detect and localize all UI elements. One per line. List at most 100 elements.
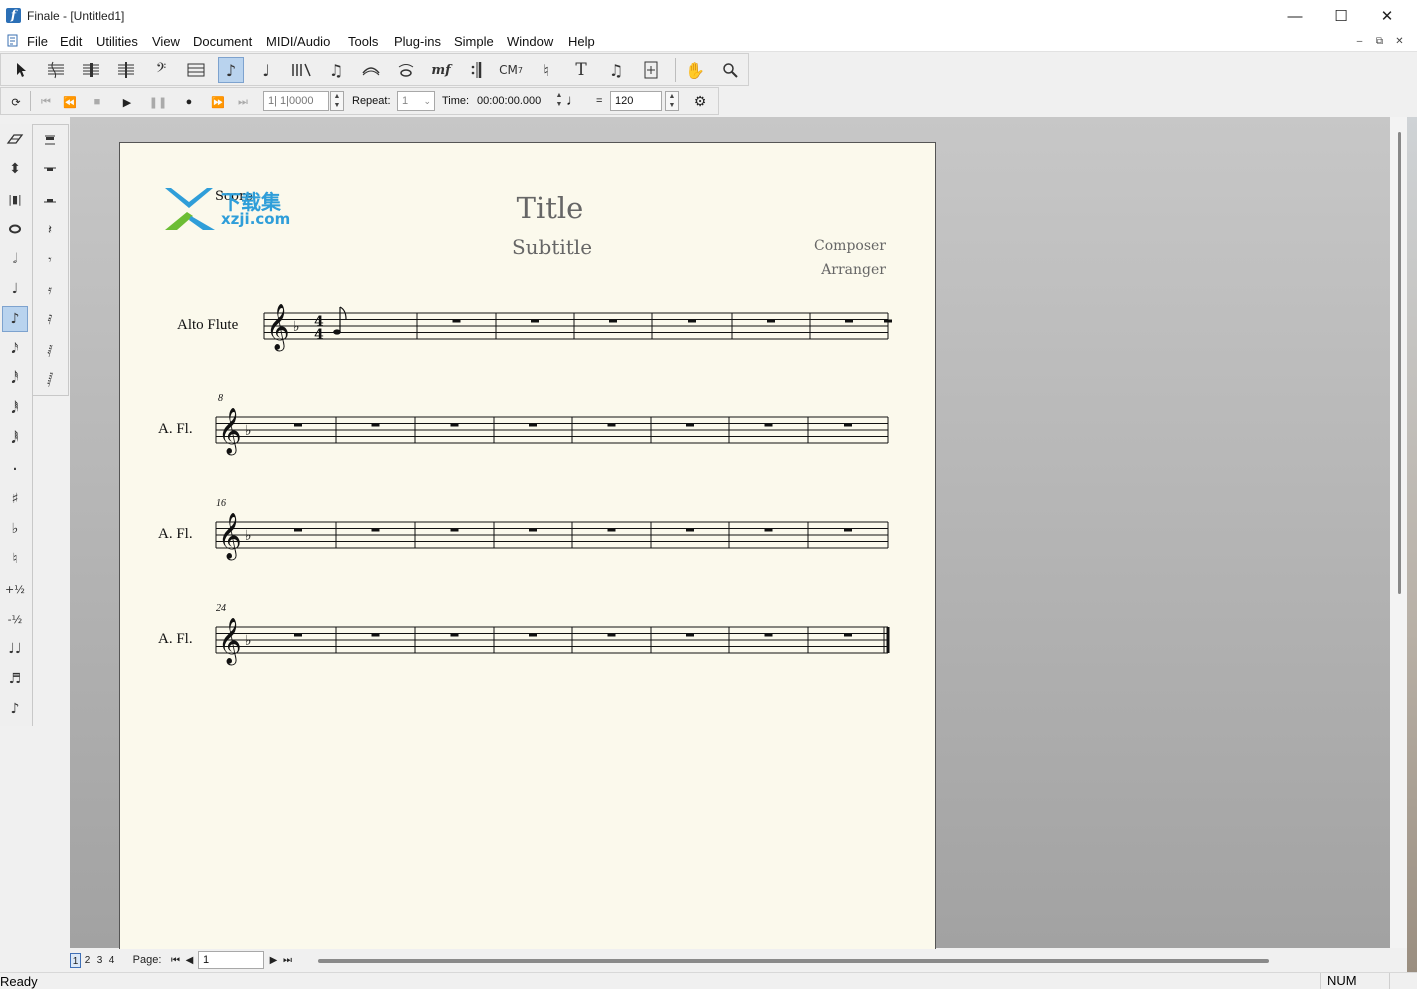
page-tab[interactable]: 4 xyxy=(106,953,117,968)
menu-help[interactable]: Help xyxy=(568,34,595,49)
measure-tool-icon[interactable]: ♫ xyxy=(603,57,629,83)
page-tab[interactable]: 1 xyxy=(70,953,81,968)
tempo-note-icon[interactable]: ♩ xyxy=(566,91,581,111)
rewind-icon[interactable]: ⏪ xyxy=(60,92,80,112)
first-page-icon[interactable]: ⏮ xyxy=(170,953,181,968)
grace-note-icon[interactable]: ♪ xyxy=(2,696,28,722)
menu-utilities[interactable]: Utilities xyxy=(96,34,138,49)
menu-file[interactable]: File xyxy=(27,34,48,49)
zoom-tool-icon[interactable] xyxy=(717,57,743,83)
hand-grabber-tool-icon[interactable]: ✋ xyxy=(682,57,708,83)
menu-window[interactable]: Window xyxy=(507,34,553,49)
one-twenty-eighth-rest-icon[interactable]: 𝅂 xyxy=(37,367,63,393)
half-note-icon[interactable]: 𝅗𝅥 xyxy=(2,246,28,272)
clef-tool-icon[interactable]: 𝄢 xyxy=(148,57,174,83)
pause-icon[interactable]: ❚❚ xyxy=(148,92,168,112)
rewind-start-icon[interactable]: ⏮ xyxy=(36,92,56,112)
last-page-icon[interactable]: ⏭ xyxy=(282,953,293,968)
staff-tool-icon[interactable] xyxy=(43,57,69,83)
sixty-fourth-rest-icon[interactable]: 𝅁 xyxy=(37,337,63,363)
simple-entry-tool-icon[interactable] xyxy=(78,57,104,83)
measure-rest-icon[interactable] xyxy=(37,127,63,153)
previous-page-icon[interactable]: ◀ xyxy=(184,953,195,968)
document-icon[interactable] xyxy=(7,34,18,47)
selection-tool-icon[interactable] xyxy=(8,57,34,83)
fast-forward-icon[interactable]: ⏩ xyxy=(208,92,228,112)
staff-systems: 𝄞 ♭ 44𝄞 ♭𝄞 ♭𝄞 ♭ xyxy=(215,304,892,666)
sharp-icon[interactable]: ♯ xyxy=(2,486,28,512)
maximize-button[interactable]: ☐ xyxy=(1318,0,1364,32)
eighth-note-icon[interactable]: ♪ xyxy=(2,306,28,332)
chord-tool-icon[interactable]: CM 7 xyxy=(498,57,524,83)
menu-plug-ins[interactable]: Plug-ins xyxy=(394,34,441,49)
flat-icon[interactable]: ♭ xyxy=(2,516,28,542)
quarter-note-icon[interactable]: ♩ xyxy=(2,276,28,302)
sixteenth-rest-icon[interactable]: 𝄿 xyxy=(37,277,63,303)
articulation-tool-icon[interactable] xyxy=(288,57,314,83)
eraser-icon[interactable] xyxy=(2,126,28,152)
whole-rest-icon[interactable] xyxy=(37,157,63,183)
mdi-restore-button[interactable]: ⧉ xyxy=(1372,35,1387,49)
vertical-scrollbar-thumb[interactable] xyxy=(1398,132,1401,594)
smart-shape-tool-icon[interactable] xyxy=(358,57,384,83)
lyrics-tool-icon[interactable]: ♮ xyxy=(533,57,559,83)
text-tool-icon[interactable]: T xyxy=(568,57,594,83)
menu-document[interactable]: Document xyxy=(193,34,252,49)
next-page-icon[interactable]: ▶ xyxy=(268,953,279,968)
minimize-button[interactable]: — xyxy=(1272,0,1318,32)
play-icon[interactable]: ▶ xyxy=(117,92,137,112)
page-tab[interactable]: 3 xyxy=(94,953,105,968)
repeat-tool-icon[interactable] xyxy=(463,57,489,83)
page-tab[interactable]: 2 xyxy=(82,953,93,968)
key-signature-tool-icon[interactable] xyxy=(183,57,209,83)
half-step-down-icon[interactable]: -½ xyxy=(2,606,28,632)
repeat-select[interactable]: 1 ⌄ xyxy=(397,91,435,111)
whole-rest xyxy=(764,633,773,637)
simple-note-tool-icon[interactable]: ♪ xyxy=(218,57,244,83)
sixty-fourth-note-icon[interactable]: 𝅘𝅥𝅱 xyxy=(2,396,28,422)
tie-icon[interactable]: ♩♩ xyxy=(2,636,28,662)
loop-icon[interactable]: ⟳ xyxy=(6,92,26,112)
thirty-second-note-icon[interactable]: 𝅘𝅥𝅰 xyxy=(2,366,28,392)
half-step-up-icon[interactable]: +½ xyxy=(2,576,28,602)
mdi-close-button[interactable]: ✕ xyxy=(1392,35,1407,49)
menu-view[interactable]: View xyxy=(152,34,180,49)
horizontal-scrollbar[interactable] xyxy=(318,959,1269,963)
tilt-icon[interactable]: ⬍ xyxy=(2,156,28,182)
half-rest-icon[interactable] xyxy=(37,187,63,213)
menu-simple[interactable]: Simple xyxy=(454,34,494,49)
one-twenty-eighth-note-icon[interactable]: 𝅘𝅥𝅲 xyxy=(2,426,28,452)
menu-midi-audio[interactable]: MIDI/Audio xyxy=(266,34,330,49)
score-page[interactable]: Score Title Subtitle Composer Arranger A… xyxy=(119,142,936,952)
expression-tool-icon[interactable]: mf xyxy=(428,57,454,83)
close-button[interactable]: ✕ xyxy=(1364,0,1410,32)
tempo-field[interactable]: 120 xyxy=(610,91,662,111)
menu-edit[interactable]: Edit xyxy=(60,34,82,49)
playback-settings-gear-icon[interactable]: ⚙ xyxy=(690,91,710,111)
natural-icon[interactable]: ♮ xyxy=(2,546,28,572)
tempo-spinner[interactable]: ▲ ▼ xyxy=(665,91,679,111)
tie-tool-icon[interactable] xyxy=(393,57,419,83)
whole-note-icon[interactable] xyxy=(2,216,28,242)
measure-rest-icon[interactable]: |▮| xyxy=(2,186,28,212)
tuplet-tool-icon[interactable]: ♫ xyxy=(323,57,349,83)
measure-counter-field[interactable]: 1| 1|0000 xyxy=(263,91,329,111)
record-icon[interactable]: ● xyxy=(179,92,199,112)
forward-end-icon[interactable]: ⏭ xyxy=(233,92,253,112)
thirty-second-rest-icon[interactable]: 𝅀 xyxy=(37,307,63,333)
tuplet-icon[interactable]: ♬ xyxy=(2,666,28,692)
page-number-field[interactable]: 1 xyxy=(198,951,264,969)
sixteenth-note-icon[interactable]: 𝅘𝅥𝅯 xyxy=(2,336,28,362)
resize-tool-icon[interactable] xyxy=(638,57,664,83)
eighth-rest-icon[interactable]: 𝄾 xyxy=(37,247,63,273)
time-mode-spinner[interactable]: ▲ ▼ xyxy=(552,91,566,111)
rest-tool-icon[interactable]: ♩ xyxy=(253,57,279,83)
dot-icon[interactable]: · xyxy=(2,456,28,482)
whole-rest xyxy=(450,528,459,532)
stop-icon[interactable]: ■ xyxy=(87,92,107,112)
counter-spinner[interactable]: ▲ ▼ xyxy=(330,91,344,111)
speedy-entry-tool-icon[interactable] xyxy=(113,57,139,83)
quarter-rest-icon[interactable]: 𝄽 xyxy=(37,217,63,243)
mdi-minimize-button[interactable]: – xyxy=(1352,35,1367,49)
menu-tools[interactable]: Tools xyxy=(348,34,378,49)
